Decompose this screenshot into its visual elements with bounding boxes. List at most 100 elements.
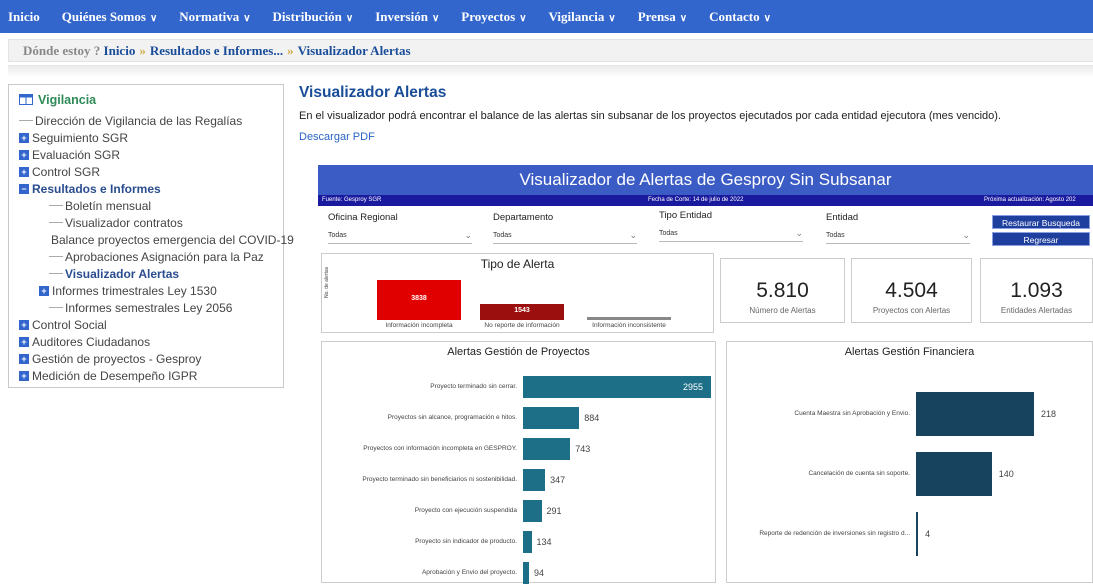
sidebar-item[interactable]: + Evaluación SGR (19, 146, 283, 163)
project-alerts-panel: Alertas Gestión de Proyectos Proyecto te… (321, 341, 716, 584)
sidebar-item-label: Visualizador contratos (65, 215, 183, 230)
financial-alert-bar[interactable] (916, 392, 1034, 436)
sidebar-item-label: Control Social (32, 317, 107, 332)
nav-item-label: Inversión (375, 8, 428, 24)
breadcrumb-label: Dónde estoy ? (23, 43, 101, 58)
breadcrumb-resultados-link[interactable]: Resultados e Informes... (150, 43, 283, 58)
kpi-value: 1.093 (1010, 279, 1063, 302)
nav-item-vigilancia[interactable]: Vigilancia ∨ (549, 9, 616, 25)
sidebar-item[interactable]: Dirección de Vigilancia de las Regalías (19, 112, 283, 129)
project-alert-bar[interactable] (523, 562, 529, 584)
alert-type-bar[interactable] (587, 317, 671, 320)
nav-item-inicio[interactable]: Inicio (8, 9, 40, 25)
financial-alert-category: Reporte de redención de inversiones sin … (759, 530, 910, 537)
project-alert-value: 884 (584, 413, 600, 423)
filter-value: Todas (493, 232, 512, 239)
sidebar-item[interactable]: Aprobaciones Asignación para la Paz (19, 248, 283, 265)
nav-item-inversion[interactable]: Inversión ∨ (375, 9, 439, 25)
breadcrumb-inicio-link[interactable]: Inicio (104, 43, 136, 58)
project-alert-value: 134 (536, 537, 552, 547)
filter-value: Todas (659, 230, 678, 237)
chevron-down-icon: ⌄ (962, 230, 970, 240)
nav-item-proyectos[interactable]: Proyectos ∨ (461, 9, 526, 25)
filter-value: Todas (826, 232, 845, 239)
project-alert-category: Proyecto con ejecución suspendida (414, 507, 517, 514)
sidebar-item[interactable]: − Resultados e Informes (19, 180, 283, 197)
alert-type-category: Información incompleta (385, 322, 453, 329)
filter-label: Tipo Entidad (659, 210, 712, 221)
project-alert-value: 2955 (683, 382, 704, 392)
sidebar-item-label: Control SGR (32, 164, 101, 179)
sidebar-root[interactable]: Vigilancia (19, 91, 283, 108)
expand-icon: + (19, 370, 29, 381)
project-alert-value: 743 (575, 444, 591, 454)
sidebar-item-label: Medición de Desempeño IGPR (32, 368, 198, 383)
sidebar-item-label: Resultados e Informes (32, 181, 161, 196)
financial-alert-category: Cuenta Maestra sin Aprobación y Envio. (794, 410, 910, 417)
page-title: Visualizador Alertas (299, 84, 447, 101)
sidebar-item[interactable]: + Control Social (19, 316, 283, 333)
sidebar-item[interactable]: Informes semestrales Ley 2056 (19, 299, 283, 316)
kpi-label: Número de Alertas (749, 306, 816, 315)
filter-departamento-select[interactable]: Todas ⌄ (493, 230, 637, 244)
restore-search-button[interactable]: Restaurar Busqueda (992, 215, 1090, 229)
sidebar-item[interactable]: + Informes trimestrales Ley 1530 (19, 282, 283, 299)
sidebar-item[interactable]: + Medición de Desempeño IGPR (19, 367, 283, 384)
nav-item-label: Inicio (8, 8, 40, 24)
sidebar-item[interactable]: Visualizador Alertas (19, 265, 283, 282)
dashboard-title: Visualizador de Alertas de Gesproy Sin S… (318, 165, 1093, 195)
project-alert-bar[interactable] (523, 407, 580, 429)
sidebar-item[interactable]: Visualizador contratos (19, 214, 283, 231)
nav-item-label: Distribución (272, 8, 342, 24)
sidebar-item[interactable]: + Auditores Ciudadanos (19, 333, 283, 350)
sidebar-item-label: Boletín mensual (65, 198, 152, 213)
chevron-down-icon: ∨ (763, 12, 771, 24)
nav-item-contacto[interactable]: Contacto ∨ (709, 9, 771, 25)
sidebar-root-label: Vigilancia (38, 92, 97, 107)
tree-line (49, 307, 63, 308)
sidebar-item-label: Aprobaciones Asignación para la Paz (65, 249, 264, 264)
expand-icon: + (19, 319, 29, 330)
financial-alert-bar[interactable] (916, 512, 919, 556)
sidebar-item[interactable]: + Seguimiento SGR (19, 129, 283, 146)
sidebar-item[interactable]: + Control SGR (19, 163, 283, 180)
sidebar-item[interactable]: Balance proyectos emergencia del COVID-1… (19, 231, 294, 248)
filter-label: Departamento (493, 212, 554, 223)
download-pdf-link[interactable]: Descargar PDF (299, 131, 375, 143)
nav-item-normativa[interactable]: Normativa ∨ (179, 9, 250, 25)
project-alert-category: Proyecto terminado sin beneficiarios ni … (362, 476, 517, 483)
alert-type-value: 3838 (411, 295, 427, 302)
nav-item-label: Normativa (179, 8, 240, 24)
filter-label: Oficina Regional (328, 212, 398, 223)
nav-item-prensa[interactable]: Prensa ∨ (638, 9, 687, 25)
back-button[interactable]: Regresar (992, 232, 1090, 246)
project-alert-bar[interactable] (523, 531, 532, 553)
sidebar-item[interactable]: Boletín mensual (19, 197, 283, 214)
chevron-down-icon: ⌄ (795, 228, 803, 238)
dashboard-info-bar: Fuente: Gesproy SGR Fecha de Corte: 14 d… (318, 195, 1093, 206)
financial-alert-bar[interactable] (916, 452, 992, 496)
nav-item-quienes-somos[interactable]: Quiénes Somos ∨ (62, 9, 157, 25)
expand-icon: + (19, 132, 29, 143)
project-alert-bar[interactable] (523, 500, 542, 522)
financial-alert-value: 4 (925, 529, 931, 539)
kpi-label: Proyectos con Alertas (872, 306, 951, 315)
sidebar-tree: Vigilancia Dirección de Vigilancia de la… (8, 84, 294, 388)
filter-oficina-regional: Oficina Regional Todas ⌄ (328, 212, 478, 244)
nav-item-distribucion[interactable]: Distribución ∨ (273, 9, 354, 25)
chevron-down-icon: ∨ (679, 12, 688, 24)
project-alert-bar[interactable] (523, 469, 546, 491)
sidebar-item-label: Auditores Ciudadanos (32, 334, 151, 349)
filter-oficina-select[interactable]: Todas ⌄ (328, 230, 472, 244)
source-text: Fuente: Gesproy SGR (322, 197, 382, 203)
filter-tipo-entidad-select[interactable]: Todas ⌄ (659, 228, 803, 242)
project-alert-value: 94 (533, 568, 544, 578)
sidebar-item[interactable]: + Gestión de proyectos - Gesproy (19, 350, 283, 367)
chevron-down-icon: ∨ (149, 12, 158, 24)
project-alert-bar[interactable] (523, 438, 571, 460)
next-update-text: Próxima actualización: Agosto 202 (984, 197, 1076, 203)
chevron-down-icon: ∨ (519, 12, 527, 24)
alert-type-title: Tipo de Alerta (480, 257, 555, 271)
breadcrumb-current: Visualizador Alertas (297, 43, 411, 58)
filter-entidad-select[interactable]: Todas ⌄ (826, 230, 970, 244)
